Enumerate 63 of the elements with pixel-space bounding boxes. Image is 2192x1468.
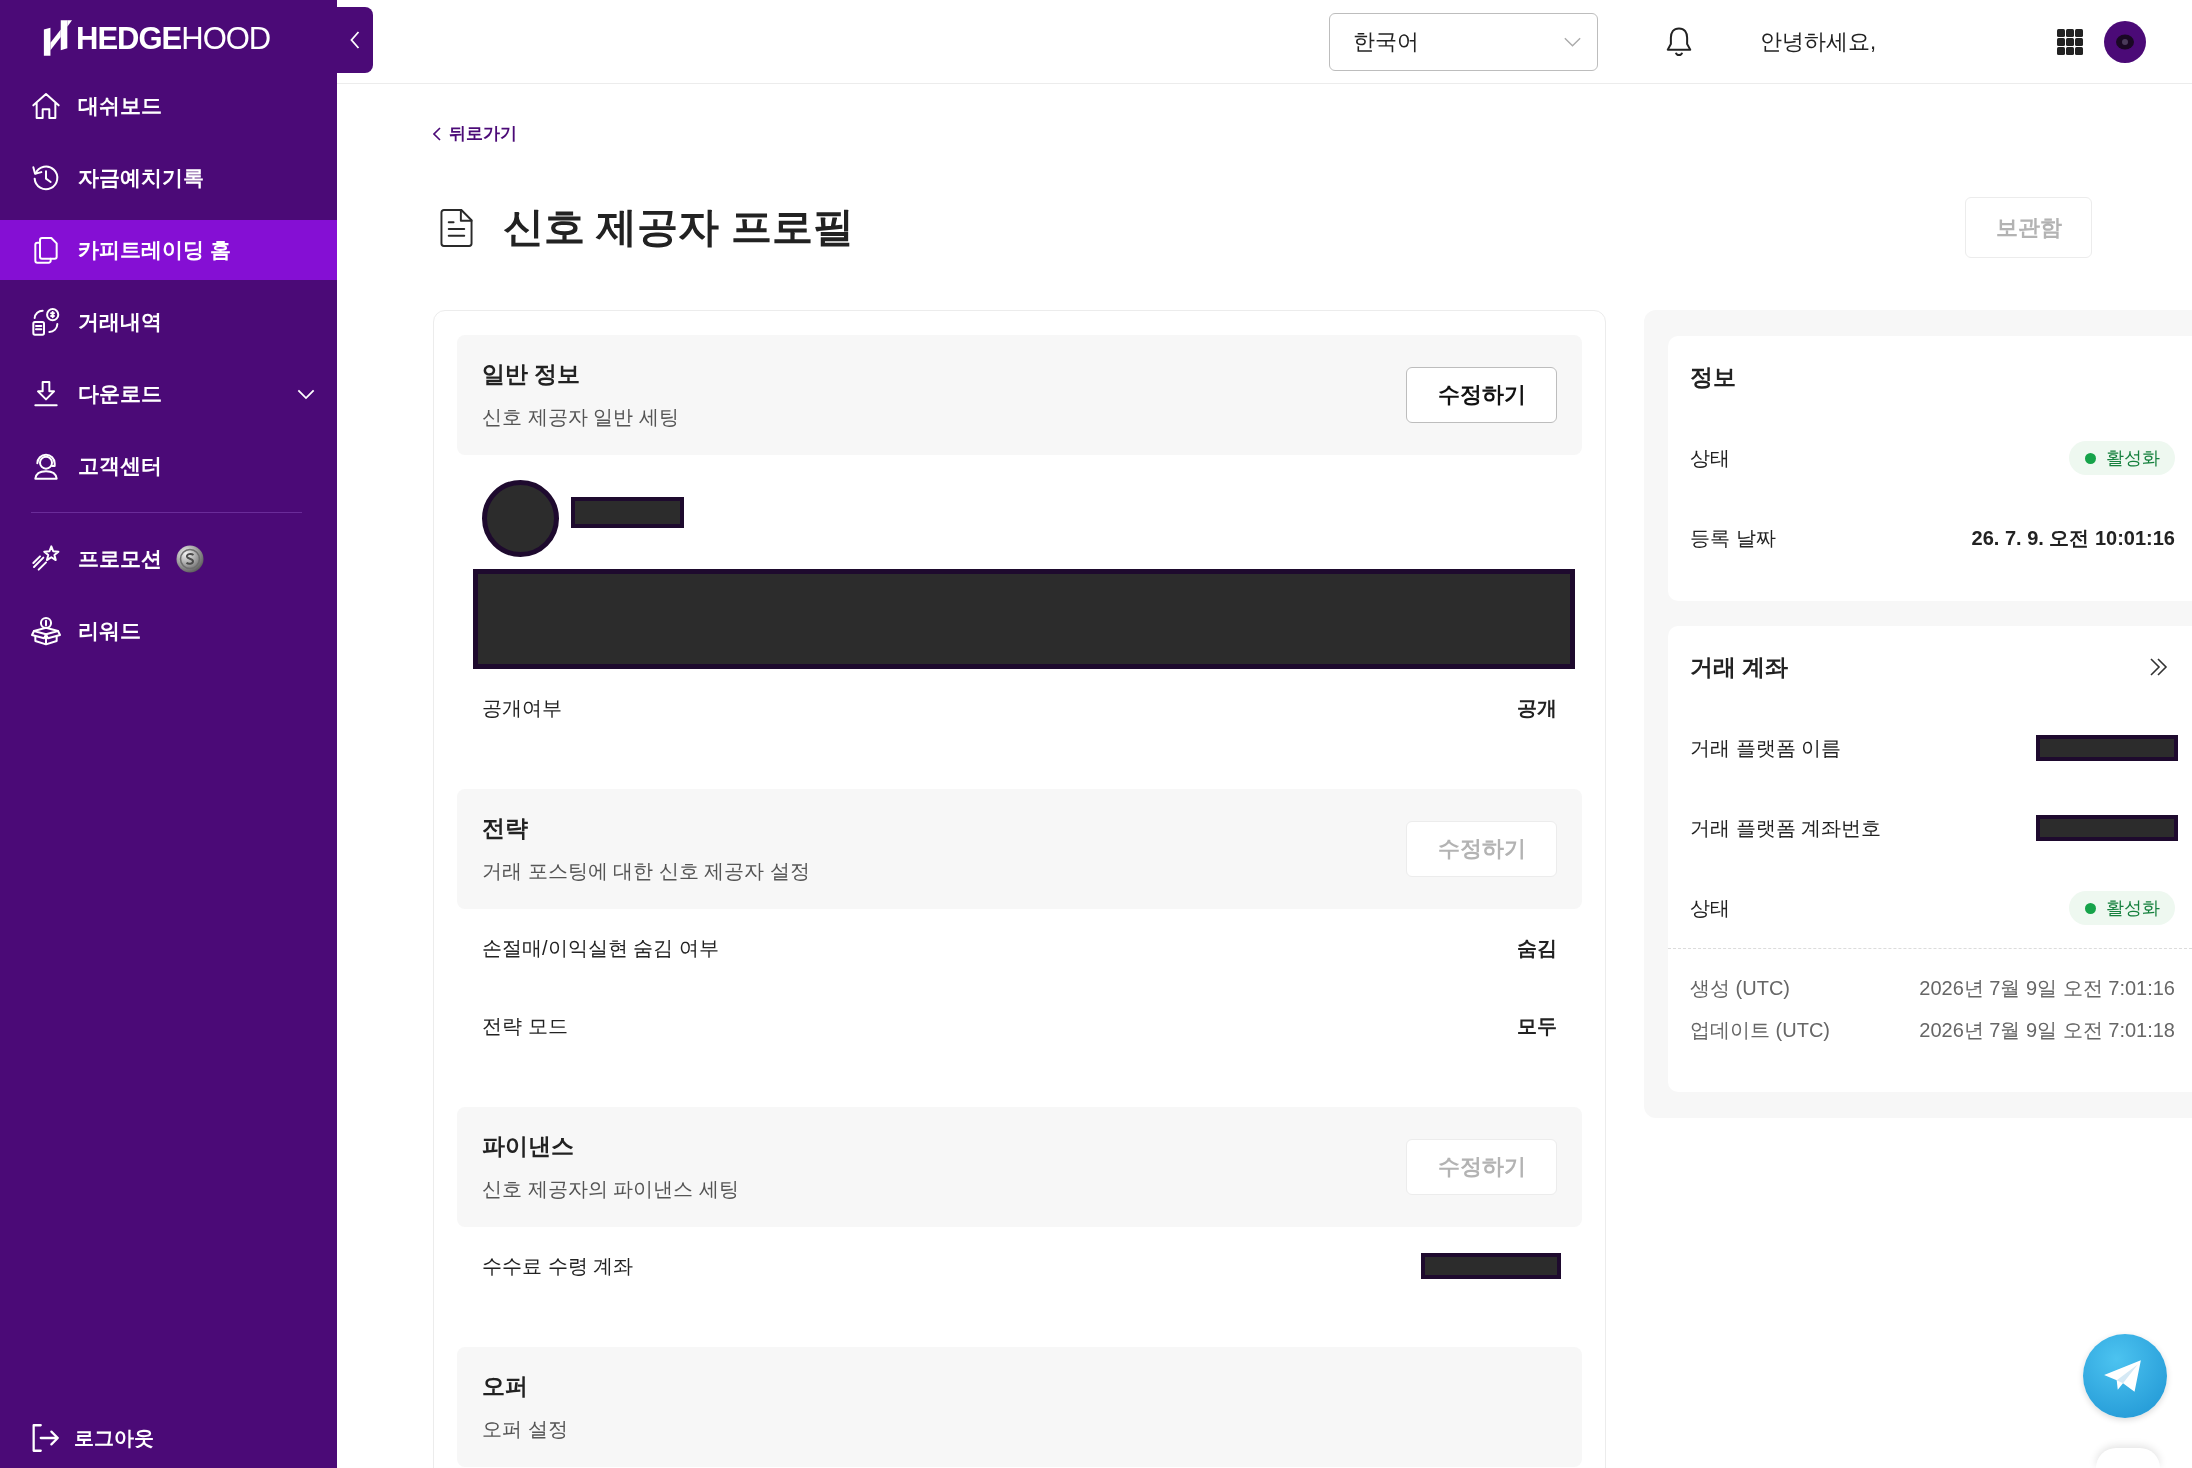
field-label: 상태: [1690, 445, 1730, 471]
section-title: 전략: [482, 814, 529, 843]
chevron-down-icon: [1564, 36, 1581, 47]
status-label: 활성화: [2106, 897, 2160, 920]
coin-icon: [176, 545, 204, 573]
page-title: 신호 제공자 프로필: [503, 203, 854, 252]
field-label: 등록 날짜: [1690, 525, 1776, 551]
home-icon: [30, 90, 62, 122]
field-label: 손절매/이익실현 숨김 여부: [482, 935, 719, 961]
paper-plane-icon: [2102, 1358, 2144, 1394]
nav-item[interactable]: 대쉬보드: [0, 76, 337, 136]
document-icon: [440, 207, 473, 248]
user-avatar[interactable]: [2104, 20, 2146, 63]
section-title: 오퍼: [482, 1372, 529, 1401]
section-subtitle: 거래 포스팅에 대한 신호 제공자 설정: [482, 859, 810, 884]
nav-item[interactable]: 카피트레이딩 홈: [0, 220, 337, 280]
field-value: 공개: [1517, 695, 1557, 721]
field-label: 거래 플랫폼 계좌번호: [1690, 815, 1882, 841]
box-coin-icon: [30, 615, 62, 647]
field-label: 공개여부: [482, 695, 562, 721]
field-label: 거래 플랫폼 이름: [1690, 735, 1842, 761]
receipt-coin-icon: [30, 306, 62, 338]
nav-item[interactable]: 프로모션: [0, 529, 337, 589]
nav-item[interactable]: 다운로드: [0, 364, 337, 424]
logo-mark-icon: [42, 20, 72, 56]
nav-item[interactable]: 자금예치기록: [0, 148, 337, 208]
logout-link[interactable]: 로그아웃: [0, 1418, 162, 1458]
section-subtitle: 신호 제공자의 파이낸스 세팅: [482, 1177, 739, 1202]
field-label: 수수료 수령 계좌: [482, 1253, 634, 1279]
edit-button[interactable]: 수정하기: [1406, 367, 1557, 423]
paper-plane-button[interactable]: [2083, 1334, 2167, 1418]
nav-item[interactable]: 거래내역: [0, 292, 337, 352]
section-title: 파이낸스: [482, 1132, 575, 1161]
collapse-button[interactable]: [337, 7, 373, 73]
field-value: 모두: [1517, 1013, 1557, 1039]
timestamp-label: 생성 (UTC): [1690, 975, 1790, 1001]
field-value: 숨김: [1517, 935, 1557, 961]
notification-bell-icon[interactable]: [1664, 25, 1694, 58]
section-title: 일반 정보: [482, 360, 582, 389]
section-subtitle: 신호 제공자 일반 세팅: [482, 405, 679, 430]
nav-item[interactable]: 리워드: [0, 601, 337, 661]
double-chevron-right-icon[interactable]: [2149, 657, 2169, 677]
language-select[interactable]: 한국어: [1329, 12, 1598, 71]
status-label: 활성화: [2106, 447, 2160, 470]
status-dot-icon: [2085, 452, 2096, 464]
status-dot-icon: [2085, 902, 2096, 914]
timestamp-label: 업데이트 (UTC): [1690, 1017, 1830, 1043]
card-title: 정보: [1690, 362, 1736, 392]
section-subtitle: 오퍼 설정: [482, 1417, 568, 1442]
nav-item[interactable]: 고객센터: [0, 436, 337, 496]
card-title: 거래 계좌: [1690, 652, 1789, 682]
timestamp-value: 2026년 7월 9일 오전 7:01:18: [1919, 1017, 2175, 1043]
greeting-text: 안녕하세요,: [1760, 27, 1878, 56]
logo-text: HEDGEHOOD: [76, 22, 271, 54]
chevron-left-icon: [433, 126, 441, 141]
chevron-left-icon: [350, 31, 360, 49]
apps-grid-icon[interactable]: [2057, 28, 2083, 55]
field-label: 전략 모드: [482, 1013, 568, 1039]
chevron-down-icon[interactable]: [297, 388, 315, 400]
back-link[interactable]: 뒤로가기: [433, 122, 517, 145]
timestamp-value: 2026년 7월 9일 오전 7:01:16: [1919, 975, 2175, 1001]
field-label: 상태: [1690, 895, 1730, 921]
field-value: 26. 7. 9. 오전 10:01:16: [1971, 525, 2175, 551]
